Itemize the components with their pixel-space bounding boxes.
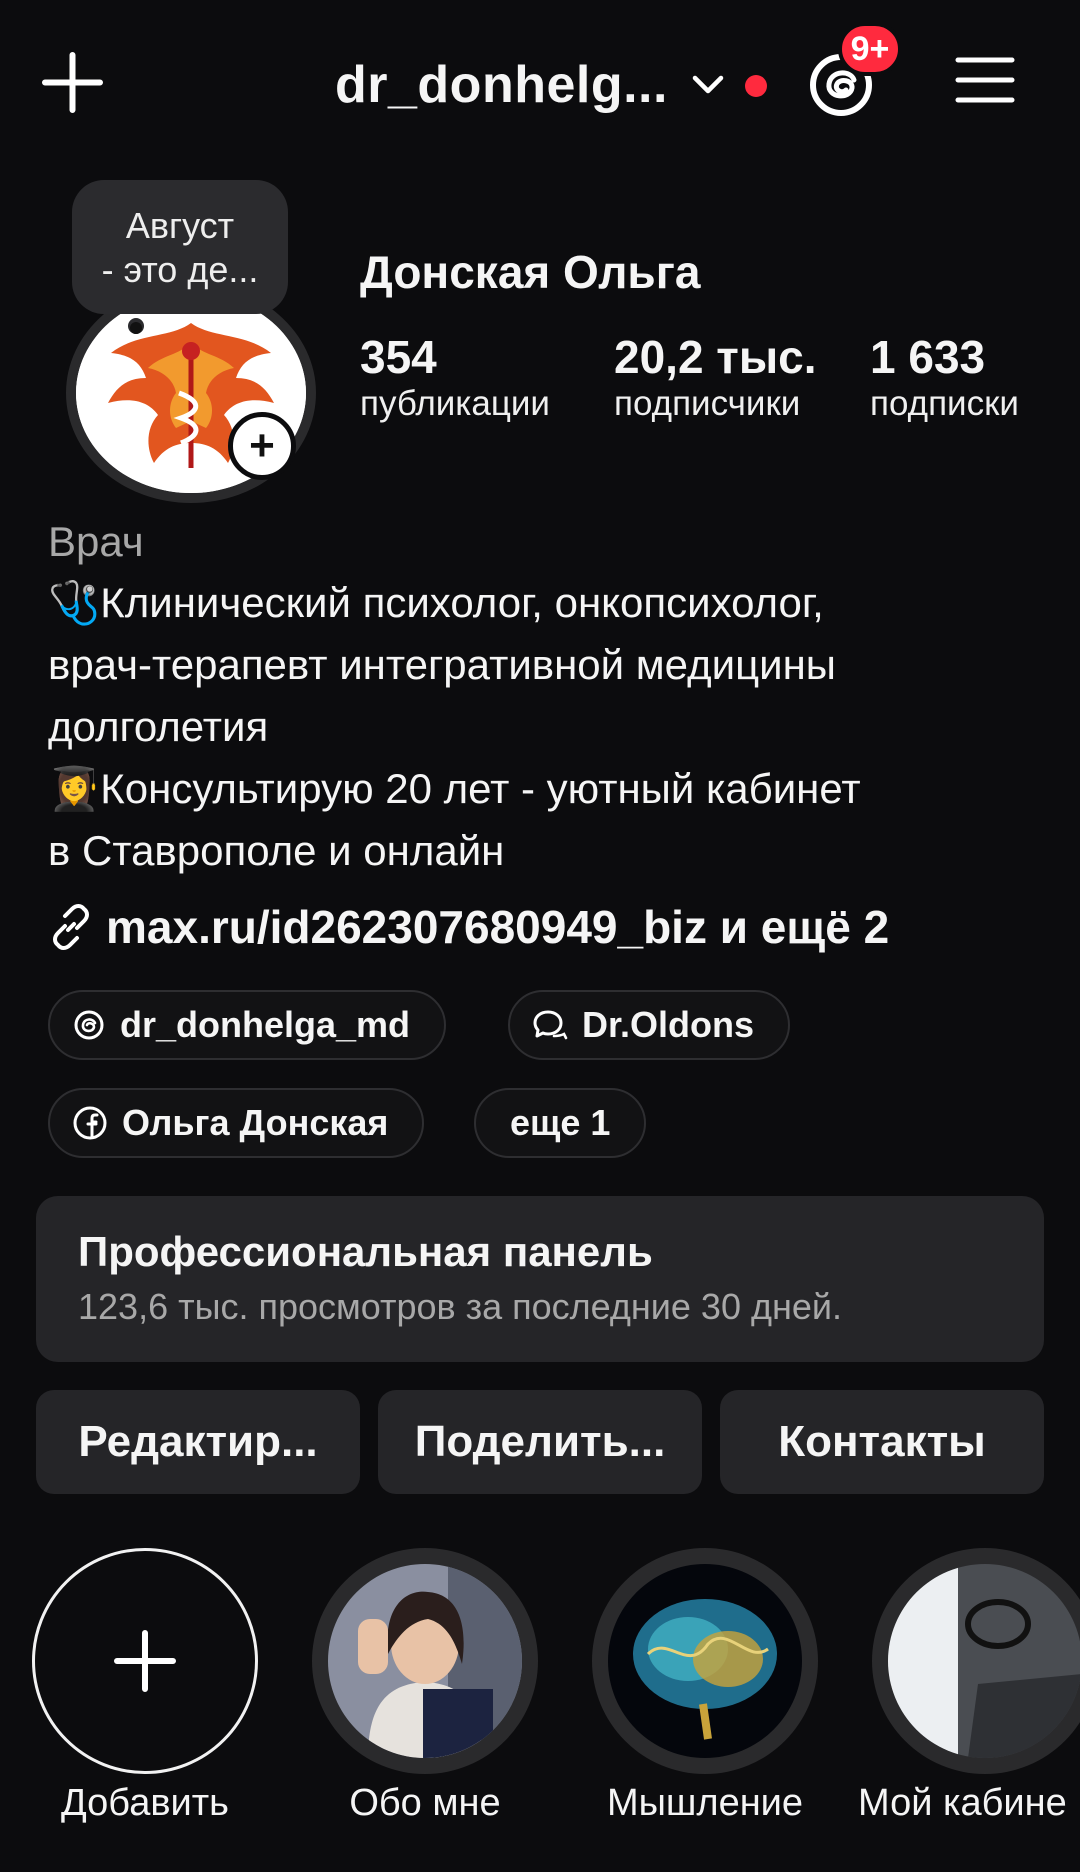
highlight-photo-woman [328, 1564, 522, 1758]
menu-icon[interactable] [955, 55, 1015, 105]
chat-bubble-icon [533, 1010, 568, 1040]
highlight-office-image [888, 1564, 1080, 1758]
stat-following-label: подписки [870, 384, 1019, 423]
highlight-thinking[interactable] [592, 1548, 818, 1774]
pro-panel-title: Профессиональная панель [78, 1228, 653, 1275]
stat-followers-label: подписчики [614, 384, 801, 423]
stat-following[interactable]: 1 633 подписки [870, 330, 1019, 424]
bio-line: врач-терапевт интегративной медицины [48, 641, 836, 688]
highlight-label: Обо мне [349, 1782, 501, 1824]
edit-profile-button[interactable]: Редактир... [36, 1390, 360, 1494]
stat-posts-label: публикации [360, 384, 550, 423]
profile-link[interactable]: max.ru/id262307680949_biz и ещё 2 [48, 900, 889, 954]
profile-link-text: max.ru/id262307680949_biz и ещё 2 [106, 901, 890, 953]
note-bubble-tail-dot [130, 322, 142, 334]
chip-facebook[interactable]: Ольга Донская [48, 1088, 425, 1158]
chip-label: Dr.Oldons [582, 1004, 755, 1045]
profile-category: Врач [48, 518, 144, 565]
bio-line: 👩‍🎓Консультирую 20 лет - уютный кабинет [48, 765, 861, 812]
notification-badge: 9+ [838, 22, 902, 76]
link-icon [53, 904, 89, 950]
highlight-about-me[interactable] [312, 1548, 538, 1774]
chip-more[interactable]: еще 1 [474, 1088, 647, 1158]
bio-line: 🩺Клинический психолог, онкопсихолог, [48, 579, 824, 626]
profile-bio: 🩺Клинический психолог, онкопсихолог, вра… [48, 572, 1058, 882]
chip-threads[interactable]: dr_donhelga_md [48, 990, 447, 1060]
threads-icon [74, 1010, 104, 1040]
chip-label: dr_donhelga_md [120, 1004, 411, 1045]
pro-panel-subtitle: 123,6 тыс. просмотров за последние 30 дн… [78, 1286, 842, 1327]
bio-line: в Ставрополе и онлайн [48, 827, 505, 874]
stat-posts-value: 354 [360, 331, 437, 383]
chip-dr-oldons[interactable]: Dr.Oldons [508, 990, 791, 1060]
account-switcher-username[interactable]: dr_donhelg... [335, 55, 668, 115]
highlight-brain-image [608, 1564, 802, 1758]
profile-display-name: Донская Ольга [360, 246, 701, 298]
unread-indicator-dot [745, 75, 767, 97]
stat-posts[interactable]: 354 публикации [360, 330, 550, 424]
facebook-icon [73, 1106, 107, 1140]
plus-icon [114, 1630, 176, 1692]
highlight-my-office[interactable] [872, 1548, 1080, 1774]
professional-dashboard-card[interactable]: Профессиональная панель 123,6 тыс. просм… [36, 1196, 1044, 1362]
share-profile-button[interactable]: Поделить... [378, 1390, 702, 1494]
highlight-label: Мой кабине [858, 1782, 1067, 1824]
stat-followers[interactable]: 20,2 тыс. подписчики [614, 330, 817, 424]
chip-label: Ольга Донская [122, 1102, 389, 1143]
highlight-add[interactable] [32, 1548, 258, 1774]
new-post-plus-icon[interactable] [40, 50, 105, 115]
note-text: Август - это де... [101, 205, 259, 290]
profile-note-bubble[interactable]: Август - это де... [72, 180, 288, 314]
chip-label: еще 1 [510, 1102, 611, 1143]
chevron-down-icon[interactable] [690, 70, 726, 98]
highlight-label: Мышление [606, 1782, 804, 1824]
bio-line: долголетия [48, 703, 269, 750]
stat-followers-value: 20,2 тыс. [614, 331, 817, 383]
stat-following-value: 1 633 [870, 331, 986, 383]
add-story-plus-icon[interactable]: + [228, 412, 296, 480]
contacts-button[interactable]: Контакты [720, 1390, 1044, 1494]
highlight-label: Добавить [61, 1782, 229, 1824]
